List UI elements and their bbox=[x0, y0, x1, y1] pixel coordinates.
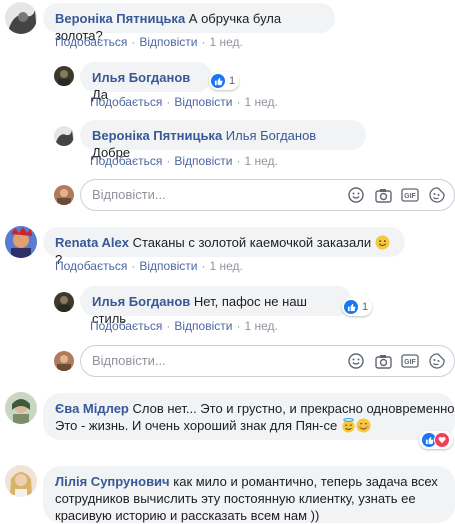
comment-actions: Подобається·Відповісти·1 нед. bbox=[55, 259, 243, 273]
gif-icon[interactable]: GIF bbox=[401, 186, 419, 204]
heart-icon bbox=[434, 432, 450, 448]
avatar[interactable] bbox=[5, 392, 37, 424]
reply-link[interactable]: Відповісти bbox=[139, 259, 197, 273]
avatar[interactable] bbox=[54, 126, 74, 146]
sticker-icon[interactable] bbox=[428, 352, 446, 370]
comment-bubble: Лілія Супрунович как мило и романтично, … bbox=[43, 466, 455, 523]
camera-icon[interactable] bbox=[374, 352, 392, 370]
reaction-number: 1 bbox=[229, 75, 235, 87]
comment-author[interactable]: Вероніка Пятницька bbox=[55, 11, 185, 26]
comment-bubble: Єва Мідлер Слов нет... Это и грустно, и … bbox=[43, 393, 455, 440]
reply-actions: Подобається·Відповісти·1 нед. bbox=[90, 95, 278, 109]
like-icon bbox=[344, 300, 358, 314]
reply-link[interactable]: Відповісти bbox=[174, 154, 232, 168]
reply-author[interactable]: Илья Богданов bbox=[92, 294, 190, 309]
reply-placeholder: Відповісти... bbox=[92, 187, 166, 202]
smile-icon[interactable] bbox=[347, 186, 365, 204]
current-user-avatar bbox=[54, 185, 74, 205]
reply-time[interactable]: 1 нед. bbox=[244, 154, 277, 168]
sticker-icon[interactable] bbox=[428, 186, 446, 204]
blush-emoji-icon bbox=[356, 418, 371, 433]
current-user-avatar bbox=[54, 351, 74, 371]
comment-text-line2: Это - жизнь. И очень хороший знак для Пя… bbox=[55, 418, 337, 433]
reaction-number: 1 bbox=[362, 301, 368, 313]
camera-icon[interactable] bbox=[374, 186, 392, 204]
reply-time[interactable]: 1 нед. bbox=[244, 95, 277, 109]
comment-author[interactable]: Renata Alex bbox=[55, 235, 129, 250]
reply-input[interactable]: Відповісти... GIF bbox=[80, 179, 455, 211]
smile-emoji-icon bbox=[375, 235, 390, 250]
avatar[interactable] bbox=[5, 226, 37, 258]
reply-actions: Подобається·Відповісти·1 нед. bbox=[90, 154, 278, 168]
like-link[interactable]: Подобається bbox=[55, 35, 127, 49]
reaction-count[interactable]: 1 bbox=[342, 298, 372, 316]
reply-link[interactable]: Відповісти bbox=[139, 35, 197, 49]
reply-link[interactable]: Відповісти bbox=[174, 319, 232, 333]
gif-label: GIF bbox=[404, 193, 416, 200]
reply-bubble: Вероніка Пятницька Илья Богданов Добре bbox=[80, 120, 366, 150]
comment-text-line3: красивую историю и рассказать всем нам )… bbox=[55, 507, 449, 524]
like-link[interactable]: Подобається bbox=[55, 259, 127, 273]
gif-icon[interactable]: GIF bbox=[401, 352, 419, 370]
like-icon bbox=[211, 74, 225, 88]
comment-bubble: Renata Alex Стаканы с золотой каемочкой … bbox=[43, 227, 405, 257]
comment-actions: Подобається·Відповісти·1 нед. bbox=[55, 35, 243, 49]
reply-time[interactable]: 1 нед. bbox=[244, 319, 277, 333]
comment-text-line1: как мило и романтично, теперь задача все… bbox=[173, 474, 438, 489]
comment-text: Стаканы с золотой каемочкой заказали bbox=[133, 235, 372, 250]
avatar[interactable] bbox=[54, 66, 74, 86]
comment-time[interactable]: 1 нед. bbox=[209, 259, 242, 273]
like-link[interactable]: Подобається bbox=[90, 319, 162, 333]
comment-author[interactable]: Лілія Супрунович bbox=[55, 474, 170, 489]
avatar[interactable] bbox=[5, 2, 37, 34]
reply-link[interactable]: Відповісти bbox=[174, 95, 232, 109]
reply-author[interactable]: Илья Богданов bbox=[92, 70, 190, 85]
comment-text-line1: Слов нет... Это и грустно, и прекрасно о… bbox=[133, 401, 455, 416]
reply-bubble: Илья Богданов Нет, пафос не наш стиль bbox=[80, 286, 352, 316]
like-link[interactable]: Подобається bbox=[90, 95, 162, 109]
angel-emoji-icon bbox=[341, 418, 356, 433]
like-link[interactable]: Подобається bbox=[90, 154, 162, 168]
comment-text-line2: сотрудников вычислить эту постоянную кли… bbox=[55, 490, 449, 507]
gif-label: GIF bbox=[404, 359, 416, 366]
reply-input[interactable]: Відповісти... GIF bbox=[80, 345, 455, 377]
comment-time[interactable]: 1 нед. bbox=[209, 35, 242, 49]
reply-bubble: Илья Богданов Да bbox=[80, 62, 212, 92]
smile-icon[interactable] bbox=[347, 352, 365, 370]
reply-author[interactable]: Вероніка Пятницька bbox=[92, 128, 222, 143]
avatar[interactable] bbox=[54, 292, 74, 312]
reaction-count[interactable]: 1 bbox=[209, 72, 239, 90]
mention-link[interactable]: Илья Богданов bbox=[226, 128, 316, 143]
comment-bubble: Вероніка Пятницька А обручка була золота… bbox=[43, 3, 335, 33]
reaction-count[interactable] bbox=[419, 431, 453, 449]
reply-placeholder: Відповісти... bbox=[92, 353, 166, 368]
reply-actions: Подобається·Відповісти·1 нед. bbox=[90, 319, 278, 333]
comment-author[interactable]: Єва Мідлер bbox=[55, 401, 129, 416]
avatar[interactable] bbox=[5, 465, 37, 497]
